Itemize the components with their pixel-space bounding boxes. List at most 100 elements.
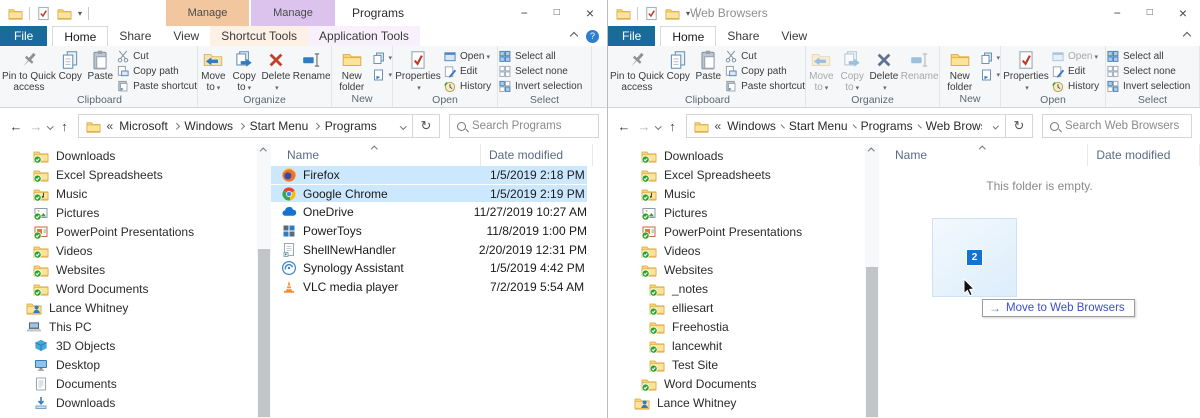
sidebar-item-excel-spreadsheets[interactable]: Excel Spreadsheets — [0, 165, 257, 184]
delete-button[interactable]: Delete ▾ — [868, 48, 901, 94]
address-dropdown-icon[interactable] — [399, 122, 406, 130]
pasteshortcut-button[interactable]: Paste shortcut — [724, 79, 805, 94]
breadcrumb[interactable]: « Microsoft Windows Start Menu Programs — [77, 114, 413, 138]
sidebar-item-pictures[interactable]: Pictures — [0, 203, 257, 222]
breadcrumb-item-programs[interactable]: Programs — [861, 119, 913, 133]
sidebar-item-3d-objects[interactable]: 3D Objects — [0, 336, 257, 355]
sidebar-item-videos[interactable]: Videos — [0, 241, 257, 260]
collapse-ribbon-icon[interactable] — [569, 31, 579, 41]
file-row-onedrive[interactable]: OneDrive 11/27/2019 10:27 AM — [271, 203, 587, 222]
sidebar-scrollbar[interactable] — [257, 144, 271, 418]
easy1-button[interactable]: ▾ — [979, 49, 1000, 66]
file-row-synology-assistant[interactable]: Synology Assistant 1/5/2019 4:42 PM — [271, 259, 587, 278]
tab-view[interactable]: View — [162, 26, 210, 46]
scrollbar-thumb[interactable] — [866, 267, 878, 417]
tab-share[interactable]: Share — [716, 26, 770, 46]
sidebar-item-powerpoint-presentations[interactable]: PowerPoint Presentations — [0, 222, 257, 241]
forward-button[interactable]: → — [26, 119, 46, 134]
selectnone-button[interactable]: Select none — [1106, 64, 1190, 79]
scroll-up-icon[interactable] — [868, 148, 875, 155]
file-row-firefox[interactable]: Firefox 1/5/2019 2:18 PM — [271, 166, 587, 185]
paste-button[interactable]: Paste — [693, 48, 725, 94]
edit-button[interactable]: Edit — [1051, 64, 1099, 79]
sidebar-item-downloads[interactable]: Downloads — [0, 393, 257, 412]
copypath-button[interactable]: Copy path — [724, 64, 805, 79]
newfolder-button[interactable]: New folder — [940, 48, 979, 93]
breadcrumb-item-windows[interactable]: Windows — [727, 119, 776, 133]
breadcrumb-item-windows[interactable]: Windows — [184, 119, 233, 133]
tab-file[interactable]: File — [608, 26, 656, 46]
sidebar-item-test-site[interactable]: Test Site — [608, 355, 865, 374]
minimize-button[interactable]: − — [521, 0, 528, 26]
tab-file[interactable]: File — [0, 26, 48, 46]
copy-button[interactable]: Copy — [664, 48, 693, 94]
breadcrumb-item-start-menu[interactable]: Start Menu — [789, 119, 848, 133]
breadcrumb-item-web-browsers[interactable]: Web Browsers — [926, 119, 982, 133]
sidebar-item-powerpoint-presentations[interactable]: PowerPoint Presentations — [608, 222, 865, 241]
copypath-button[interactable]: Copy path — [116, 64, 197, 79]
moveto-button[interactable]: Move to ▾ — [806, 48, 837, 94]
breadcrumb[interactable]: « Windows Start Menu Programs Web Browsers — [685, 114, 1006, 138]
tab-shortcut-tools[interactable]: Shortcut Tools — [210, 26, 309, 46]
pasteshortcut-button[interactable]: Paste shortcut — [116, 79, 197, 94]
invertsel-button[interactable]: Invert selection — [498, 79, 582, 94]
breadcrumb-overflow[interactable]: « — [107, 119, 114, 133]
sidebar-item-word-documents[interactable]: Word Documents — [608, 374, 865, 393]
help-icon[interactable]: ? — [586, 29, 599, 43]
address-dropdown-icon[interactable] — [992, 122, 999, 130]
sidebar-item-word-documents[interactable]: Word Documents — [0, 279, 257, 298]
sidebar-item-documents[interactable]: Documents — [0, 374, 257, 393]
maximize-button[interactable]: □ — [554, 0, 560, 26]
sidebar-item-music[interactable]: Music — [608, 184, 865, 203]
search-box[interactable]: Search Web Browsers — [1042, 114, 1192, 138]
minimize-button[interactable]: − — [1114, 0, 1121, 26]
sidebar-scrollbar[interactable] — [865, 144, 879, 418]
rename-button[interactable]: Rename — [900, 48, 939, 94]
collapse-ribbon-icon[interactable] — [1182, 31, 1192, 41]
sidebar-item-lance-whitney[interactable]: Lance Whitney — [608, 393, 865, 412]
sidebar-item-lancewhit[interactable]: lancewhit — [608, 336, 865, 355]
search-box[interactable]: Search Programs — [449, 114, 599, 138]
refresh-button[interactable]: ↻ — [1006, 114, 1033, 138]
moveto-button[interactable]: Move to ▾ — [198, 48, 229, 94]
new-folder-icon[interactable] — [57, 6, 72, 21]
paste-button[interactable]: Paste — [85, 48, 117, 94]
delete-button[interactable]: Delete ▾ — [260, 48, 293, 94]
qat-dropdown-icon[interactable]: ▾ — [78, 9, 82, 18]
copyto-button[interactable]: Copy to ▾ — [837, 48, 868, 94]
pin-button[interactable]: Pin to Quick access — [610, 48, 664, 94]
back-button[interactable]: ← — [614, 119, 634, 134]
history-button[interactable]: History — [1051, 79, 1099, 94]
sidebar-item-freehostia[interactable]: Freehostia — [608, 317, 865, 336]
open-button[interactable]: Open ▾ — [443, 49, 491, 64]
file-row-google-chrome[interactable]: Google Chrome 1/5/2019 2:19 PM — [271, 184, 587, 204]
newfolder-button[interactable]: New folder — [332, 48, 371, 93]
sidebar-item-notes[interactable]: _notes — [608, 279, 865, 298]
sidebar-item-music[interactable]: Music — [0, 184, 257, 203]
properties-button[interactable]: Properties ▾ — [393, 48, 443, 94]
history-button[interactable]: History — [443, 79, 491, 94]
copy-button[interactable]: Copy — [56, 48, 85, 94]
sidebar-item-videos[interactable]: Videos — [608, 241, 865, 260]
properties-button[interactable]: Properties ▾ — [1001, 48, 1051, 94]
cut-button[interactable]: Cut — [724, 49, 805, 64]
sidebar-item-websites[interactable]: Websites — [608, 260, 865, 279]
column-header-date-modified[interactable]: Date modified — [1088, 144, 1200, 166]
recent-locations-icon[interactable] — [655, 122, 662, 130]
breadcrumb-overflow[interactable]: « — [715, 119, 722, 133]
recent-locations-icon[interactable] — [47, 122, 54, 130]
sidebar-item-pictures[interactable]: Pictures — [608, 203, 865, 222]
cut-button[interactable]: Cut — [116, 49, 197, 64]
rename-button[interactable]: Rename — [292, 48, 331, 94]
tab-application-tools[interactable]: Application Tools — [308, 26, 420, 46]
new-folder-icon[interactable] — [665, 6, 680, 21]
column-header-date-modified[interactable]: Date modified — [481, 144, 593, 166]
selectnone-button[interactable]: Select none — [498, 64, 582, 79]
selectall-button[interactable]: Select all — [498, 49, 582, 64]
copyto-button[interactable]: Copy to ▾ — [229, 48, 260, 94]
sidebar-item-lance-whitney[interactable]: Lance Whitney — [0, 298, 257, 317]
breadcrumb-item-programs[interactable]: Programs — [325, 119, 377, 133]
open-button[interactable]: Open ▾ — [1051, 49, 1099, 64]
close-button[interactable]: × — [586, 0, 594, 26]
folder-icon[interactable] — [616, 6, 631, 21]
